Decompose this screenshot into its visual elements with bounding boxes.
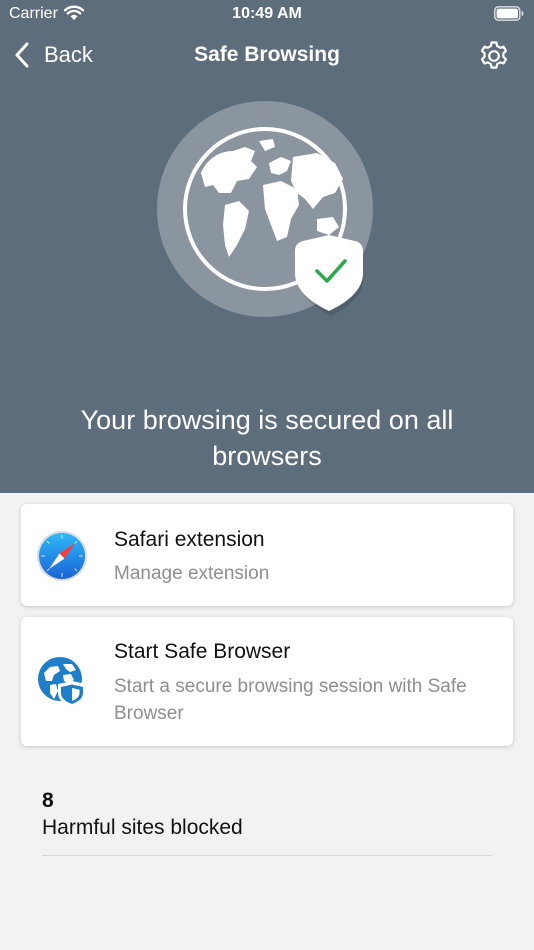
nav-bar: Back Safe Browsing xyxy=(0,30,534,80)
blocked-sites-label: Harmful sites blocked xyxy=(42,816,243,839)
divider xyxy=(42,855,492,856)
start-safe-browser-subtitle: Start a secure browsing session with Saf… xyxy=(114,676,467,724)
safe-browsing-screen: Carrier 10:49 AM Back Safe Browsing Your… xyxy=(0,0,534,950)
page-title: Safe Browsing xyxy=(194,43,340,66)
gear-icon[interactable] xyxy=(478,40,510,72)
battery-icon xyxy=(494,6,524,21)
safari-extension-title: Safari extension xyxy=(114,528,265,551)
globe-shield-icon xyxy=(38,657,86,707)
blocked-sites-count: 8 xyxy=(42,789,54,812)
safari-extension-card[interactable]: Safari extension Manage extension xyxy=(21,504,513,606)
safari-extension-subtitle: Manage extension xyxy=(114,563,270,584)
protection-status-message: Your browsing is secured on all browsers xyxy=(80,405,454,471)
clock: 10:49 AM xyxy=(232,5,302,22)
safari-compass-icon xyxy=(37,531,87,581)
globe-shield-illustration xyxy=(157,101,373,317)
start-safe-browser-title: Start Safe Browser xyxy=(114,640,291,663)
start-safe-browser-card[interactable]: Start Safe Browser Start a secure browsi… xyxy=(21,617,513,746)
header: Carrier 10:49 AM Back Safe Browsing Your… xyxy=(0,0,534,493)
status-bar: Carrier 10:49 AM xyxy=(0,0,534,28)
